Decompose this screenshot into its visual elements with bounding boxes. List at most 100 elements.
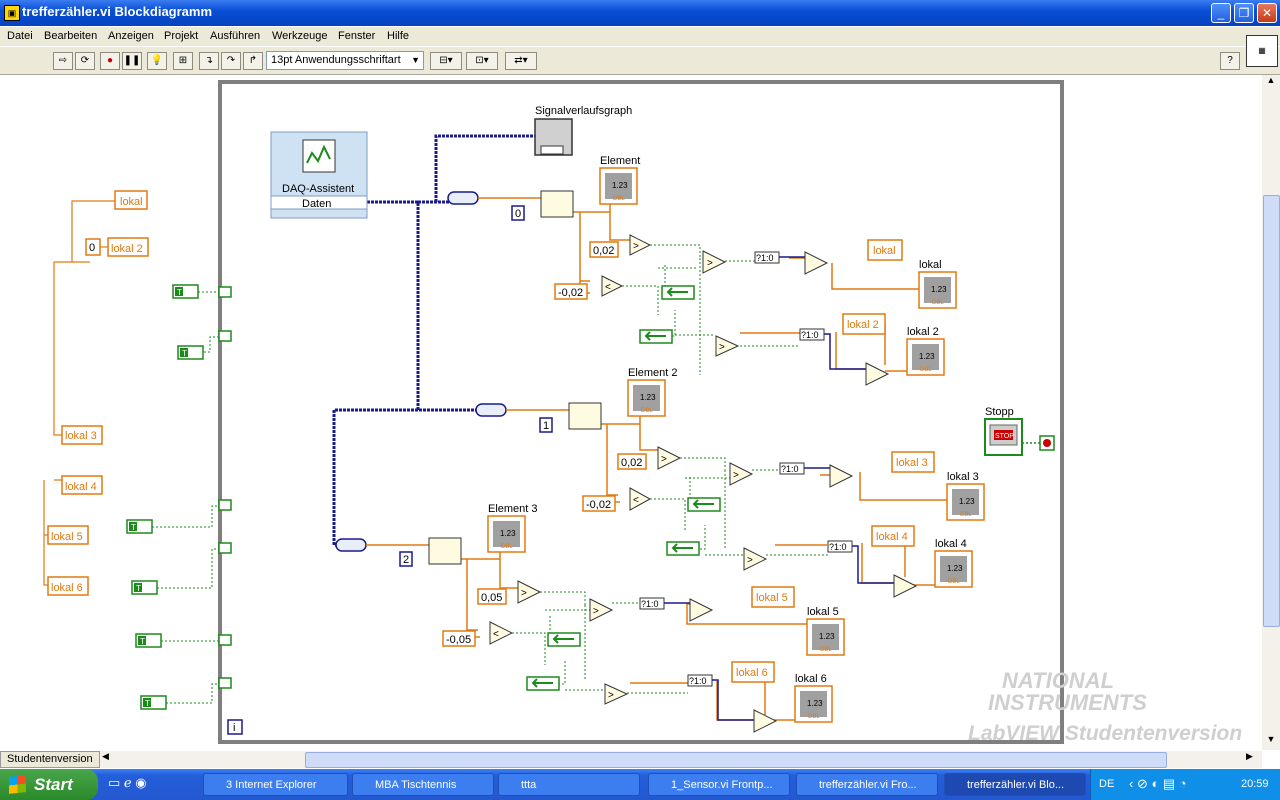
compare-symbols: > < > > > < > > > < > > [493,241,753,701]
media-icon[interactable]: ◉ [135,775,146,790]
graph-label: Signalverlaufsgraph [535,105,632,117]
menu-bearbeiten[interactable]: Bearbeiten [44,30,97,42]
chevron-down-icon: ▼ [411,55,420,65]
menu-hilfe[interactable]: Hilfe [387,30,409,42]
threshold-1: 0,02 [593,245,614,257]
horizontal-scroll-thumb[interactable] [305,752,1167,768]
pause-icon[interactable]: ❚❚ [122,52,142,70]
reorder-icon[interactable]: ⇄▾ [505,52,537,70]
distribute-objects-icon[interactable]: ⊡▾ [466,52,498,70]
vertical-scroll-thumb[interactable] [1263,195,1280,627]
bool-node-1: ?1:0 [756,253,774,263]
convert-dynamic-nodes[interactable] [335,191,507,552]
stop-label: Stopp [985,406,1014,418]
minimize-button[interactable]: _ [1211,3,1231,23]
svg-text:lokal 6: lokal 6 [795,673,827,685]
svg-text:DBL: DBL [820,647,832,653]
loop-local-3: lokal 3 [896,457,928,469]
block-diagram[interactable]: i lokal 0 lokal 2 lokal 3 lokal 4 lokal … [0,75,1262,750]
step-out-icon[interactable]: ↱ [243,52,263,70]
bool-node-5: ?1:0 [641,599,659,609]
stop-icon [1043,439,1051,447]
index-const-0: 0 [515,208,521,220]
daq-assistant[interactable]: DAQ-Assistent Daten [270,131,368,219]
step-into-icon[interactable]: ↴ [199,52,219,70]
task-internet-explorer[interactable]: 3 Internet Explorer [203,773,348,796]
svg-text:lokal 4: lokal 4 [935,538,967,550]
run-continuously-icon[interactable]: ⟳ [75,52,95,70]
vertical-scrollbar[interactable]: ▲ ▼ [1262,75,1280,750]
daq-output-label: Daten [302,198,331,210]
left-local-vars: lokal 0 lokal 2 lokal 3 lokal 4 lokal 5 … [47,190,149,596]
indicator-lokal-2: lokal 2 1.23 DBL [906,326,945,376]
left-local-5: lokal 5 [51,531,83,543]
svg-text:DBL: DBL [948,579,960,585]
menu-werkzeuge[interactable]: Werkzeuge [272,30,327,42]
menu-datei[interactable]: Datei [7,30,33,42]
task-sensor-frontpanel[interactable]: 1_Sensor.vi Frontp... [648,773,790,796]
threshold-3: 0,02 [621,457,642,469]
task-trefferzaehler-front[interactable]: trefferzähler.vi Fro... [796,773,938,796]
svg-text:>: > [608,690,614,701]
stop-text: STOP [995,433,1014,440]
svg-text:1.23: 1.23 [947,564,963,573]
abort-icon[interactable]: ● [100,52,120,70]
clock: 20:59 [1241,778,1269,790]
labview-window: ▣ trefferzähler.vi Blockdiagramm _ ❐ ✕ D… [0,0,1280,800]
desktop-icon[interactable]: ▭ [108,775,120,790]
task-trefferzaehler-block[interactable]: trefferzähler.vi Blo... [944,773,1086,796]
svg-text:>: > [733,470,739,481]
scroll-right-icon[interactable]: ▶ [1246,751,1260,767]
retain-wire-values-icon[interactable]: ⊞ [173,52,193,70]
svg-text:lokal 2: lokal 2 [907,326,939,338]
menu-anzeigen[interactable]: Anzeigen [108,30,154,42]
task-ttta[interactable]: ttta [498,773,640,796]
feedback-nodes[interactable] [526,285,721,691]
svg-text:<: < [605,282,611,293]
menu-projekt[interactable]: Projekt [164,30,198,42]
context-help-icon[interactable]: ? [1220,52,1240,70]
svg-text:1.23: 1.23 [931,285,947,294]
svg-text:lokal: lokal [919,259,942,271]
svg-text:1.23: 1.23 [640,393,656,402]
highlight-execution-icon[interactable]: 💡 [147,52,167,70]
left-local-4: lokal 4 [65,481,97,493]
svg-text:Element 3: Element 3 [488,503,538,515]
horizontal-scrollbar[interactable]: ◀ ▶ [100,751,1262,768]
language-indicator[interactable]: DE [1099,778,1114,790]
bool-node-4: ?1:0 [829,542,847,552]
svg-text:DBL: DBL [932,300,944,306]
scroll-down-icon[interactable]: ▼ [1263,734,1279,750]
scroll-left-icon[interactable]: ◀ [102,751,116,767]
index-const-1: 1 [543,420,549,432]
daq-title: DAQ-Assistent [282,183,354,195]
task-mba-tischtennis[interactable]: MBA Tischtennis [352,773,494,796]
svg-text:>: > [707,258,713,269]
indicator-lokal-4: lokal 4 1.23 DBL [934,538,973,588]
close-button[interactable]: ✕ [1257,3,1277,23]
svg-text:1.23: 1.23 [919,352,935,361]
svg-text:DBL: DBL [808,714,820,720]
align-objects-icon[interactable]: ⊟▾ [430,52,462,70]
svg-text:lokal 5: lokal 5 [807,606,839,618]
true-constants: T T T T T T [126,284,204,710]
svg-text:>: > [521,588,527,599]
vi-icon: ▦ [1246,35,1278,67]
block-diagram-canvas[interactable]: i lokal 0 lokal 2 lokal 3 lokal 4 lokal … [0,75,1262,750]
title-bar[interactable]: ▣ trefferzähler.vi Blockdiagramm _ ❐ ✕ [0,0,1280,26]
run-arrow-icon[interactable]: ⇨ [53,52,73,70]
font-select[interactable]: 13pt Anwendungsschriftart ▼ [266,51,424,70]
watermark-line3: LabVIEW Studentenversion [968,722,1243,745]
menu-fenster[interactable]: Fenster [338,30,375,42]
maximize-button[interactable]: ❐ [1234,3,1254,23]
menu-ausfuehren[interactable]: Ausführen [210,30,260,42]
step-over-icon[interactable]: ↷ [221,52,241,70]
indicator-element-3: Element 3 1.23 DBL [487,503,538,553]
left-local-6: lokal 6 [51,582,83,594]
ie-icon[interactable]: ℯ [124,775,132,790]
scroll-up-icon[interactable]: ▲ [1263,75,1279,91]
start-button[interactable]: Start [0,769,98,800]
svg-text:>: > [593,606,599,617]
true-const-4: T [136,584,141,593]
threshold-6: -0,05 [446,634,471,646]
